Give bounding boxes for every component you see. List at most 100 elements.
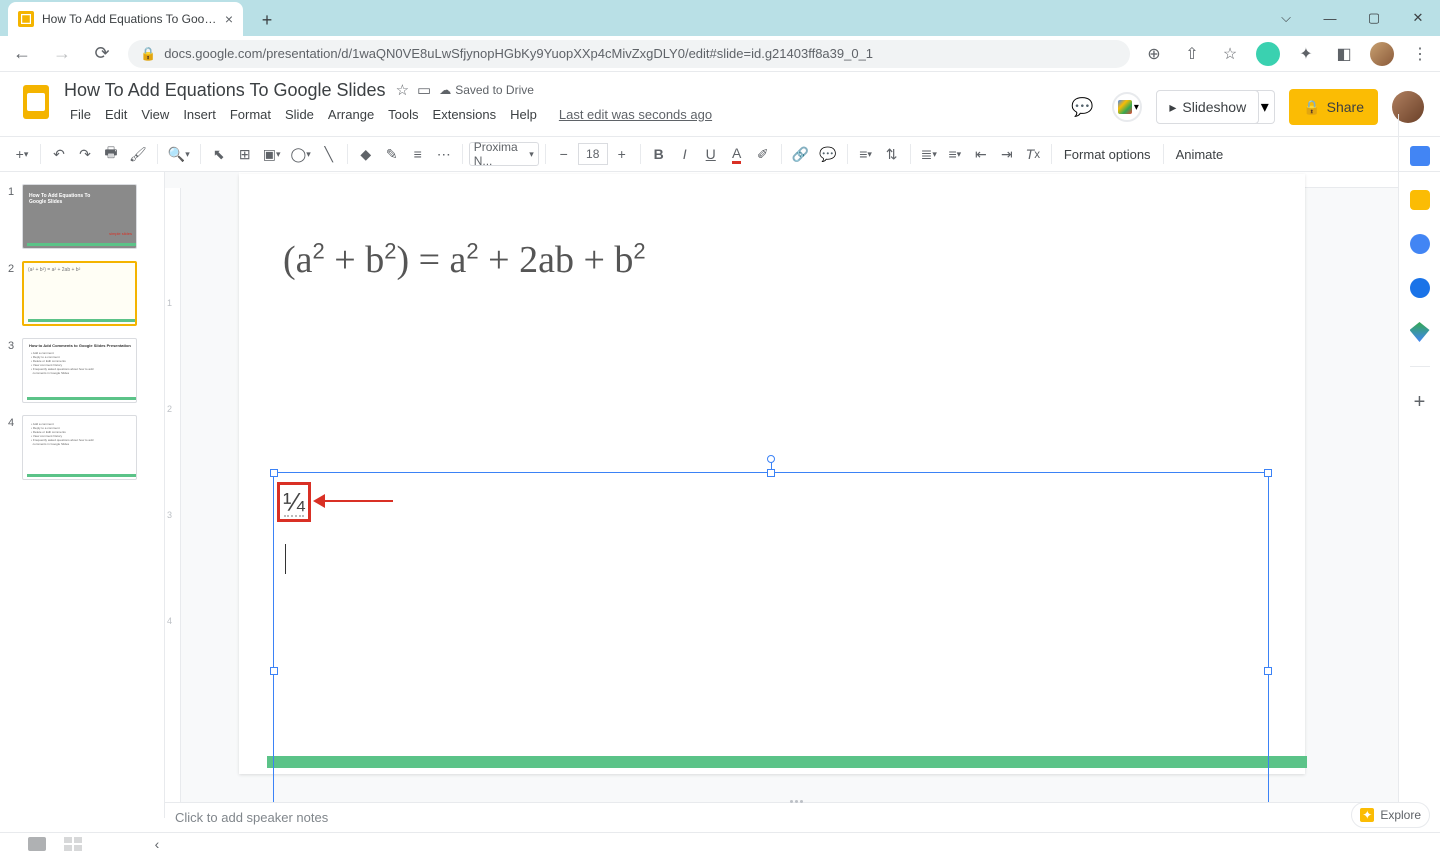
resize-handle[interactable]: [270, 469, 278, 477]
browser-tab[interactable]: How To Add Equations To Google ×: [8, 2, 243, 36]
filmstrip-view-icon[interactable]: [28, 837, 46, 851]
insert-link-icon[interactable]: 🔗: [788, 141, 813, 167]
menu-format[interactable]: Format: [224, 105, 277, 124]
menu-arrange[interactable]: Arrange: [322, 105, 380, 124]
last-edit-status[interactable]: Last edit was seconds ago: [553, 105, 718, 124]
equation-text[interactable]: (a2 + b2) = a2 + 2ab + b2: [283, 238, 646, 282]
menu-insert[interactable]: Insert: [177, 105, 222, 124]
thumbnail-1[interactable]: How To Add Equations To Google Slides si…: [22, 184, 137, 249]
chrome-menu-icon[interactable]: ⋮: [1408, 42, 1432, 66]
resize-handle[interactable]: [1264, 469, 1272, 477]
border-weight-icon[interactable]: ≡: [406, 141, 430, 167]
close-window-icon[interactable]: ✕: [1396, 0, 1440, 36]
menu-edit[interactable]: Edit: [99, 105, 133, 124]
explore-button[interactable]: ✦ Explore: [1351, 802, 1430, 828]
paint-format-icon[interactable]: 🖌: [125, 141, 151, 167]
border-color-icon[interactable]: ✎: [380, 141, 404, 167]
zoom-search-icon[interactable]: ⊕: [1142, 42, 1166, 66]
animate-button[interactable]: Animate: [1170, 147, 1230, 162]
line-spacing-icon[interactable]: ⇅: [880, 141, 904, 167]
fill-color-icon[interactable]: ◆: [354, 141, 378, 167]
undo-icon[interactable]: ↶: [47, 141, 71, 167]
extensions-puzzle-icon[interactable]: ✦: [1294, 42, 1318, 66]
menu-view[interactable]: View: [135, 105, 175, 124]
format-options-button[interactable]: Format options: [1058, 147, 1157, 162]
thumbnail-4[interactable]: • Add a comment• Reply to a comment• Del…: [22, 415, 137, 480]
font-size-decrease[interactable]: −: [552, 141, 576, 167]
redo-icon[interactable]: ↷: [73, 141, 97, 167]
highlight-icon[interactable]: ✐: [751, 141, 775, 167]
insert-comment-icon[interactable]: 💬: [815, 141, 840, 167]
move-folder-icon[interactable]: ▭: [417, 81, 431, 99]
zoom-dropdown[interactable]: 🔍▾: [164, 141, 194, 167]
increase-indent-icon[interactable]: ⇥: [995, 141, 1019, 167]
resize-handle[interactable]: [270, 667, 278, 675]
browser-profile-avatar[interactable]: [1370, 42, 1394, 66]
numbered-list-icon[interactable]: ≡▾: [943, 141, 967, 167]
collapse-thumbs-icon[interactable]: ‹: [146, 836, 168, 852]
slides-logo-icon[interactable]: [16, 82, 56, 122]
add-addon-icon[interactable]: +: [1414, 391, 1426, 414]
document-title[interactable]: How To Add Equations To Google Slides: [64, 80, 386, 101]
image-tool-icon[interactable]: ▣▾: [259, 141, 285, 167]
tab-close-icon[interactable]: ×: [225, 11, 233, 27]
bold-icon[interactable]: B: [647, 141, 671, 167]
decrease-indent-icon[interactable]: ⇤: [969, 141, 993, 167]
border-dash-icon[interactable]: ⋯: [432, 141, 456, 167]
maps-icon[interactable]: [1410, 322, 1430, 342]
slide-canvas-area[interactable]: 1 2 3 4 5 6 7 8 9 1 2 3 4 (a2 + b2) = a2…: [165, 172, 1398, 818]
calendar-icon[interactable]: [1410, 146, 1430, 166]
menu-tools[interactable]: Tools: [382, 105, 424, 124]
notes-resize-grip[interactable]: [782, 800, 812, 804]
slide-thumbnails[interactable]: 1 How To Add Equations To Google Slides …: [0, 172, 165, 818]
contacts-icon[interactable]: [1410, 278, 1430, 298]
bullet-list-icon[interactable]: ≣▾: [917, 141, 941, 167]
shape-tool-icon[interactable]: ◯▾: [287, 141, 315, 167]
maximize-icon[interactable]: ▢: [1352, 0, 1396, 36]
grid-view-icon[interactable]: [64, 837, 82, 851]
underline-icon[interactable]: U: [699, 141, 723, 167]
share-button[interactable]: 🔒 Share: [1289, 89, 1378, 125]
font-family-select[interactable]: Proxima N...▾: [469, 142, 539, 166]
menu-slide[interactable]: Slide: [279, 105, 320, 124]
font-size-input[interactable]: 18: [578, 143, 608, 165]
thumbnail-3[interactable]: How to Add Comments to Google Slides Pre…: [22, 338, 137, 403]
keep-icon[interactable]: [1410, 190, 1430, 210]
resize-handle[interactable]: [1264, 667, 1272, 675]
new-slide-button[interactable]: +▾: [10, 141, 34, 167]
address-bar[interactable]: 🔒 docs.google.com/presentation/d/1waQN0V…: [128, 40, 1130, 68]
extension-icon[interactable]: [1256, 42, 1280, 66]
share-page-icon[interactable]: ⇧: [1180, 42, 1204, 66]
line-tool-icon[interactable]: ╲: [317, 141, 341, 167]
text-color-icon[interactable]: A: [725, 141, 749, 167]
new-tab-button[interactable]: +: [253, 6, 281, 34]
select-tool-icon[interactable]: ⬉: [207, 141, 231, 167]
comment-history-icon[interactable]: 💬: [1066, 91, 1098, 123]
meet-icon[interactable]: ▾: [1112, 92, 1142, 122]
chevron-down-icon[interactable]: ⌵: [1264, 0, 1308, 36]
print-icon[interactable]: 🖶: [99, 141, 123, 167]
selected-textbox[interactable]: [273, 472, 1269, 818]
resize-handle[interactable]: [767, 469, 775, 477]
speaker-notes[interactable]: Click to add speaker notes: [165, 802, 1398, 832]
clear-formatting-icon[interactable]: Tx: [1021, 141, 1045, 167]
slideshow-dropdown[interactable]: ▾: [1255, 90, 1275, 124]
textbox-tool-icon[interactable]: ⊞: [233, 141, 257, 167]
saved-status[interactable]: ☁ Saved to Drive: [439, 83, 534, 97]
back-icon[interactable]: ←: [8, 40, 36, 68]
rotate-handle[interactable]: [767, 455, 775, 463]
italic-icon[interactable]: I: [673, 141, 697, 167]
reload-icon[interactable]: ⟳: [88, 40, 116, 68]
minimize-icon[interactable]: —: [1308, 0, 1352, 36]
menu-extensions[interactable]: Extensions: [427, 105, 503, 124]
forward-icon[interactable]: →: [48, 40, 76, 68]
font-size-increase[interactable]: +: [610, 141, 634, 167]
align-icon[interactable]: ≡▾: [854, 141, 878, 167]
star-icon[interactable]: ☆: [396, 81, 409, 99]
side-panel-icon[interactable]: ◧: [1332, 42, 1356, 66]
thumbnail-2[interactable]: (a² + b²) = a² + 2ab + b²: [22, 261, 137, 326]
menu-help[interactable]: Help: [504, 105, 543, 124]
bookmark-star-icon[interactable]: ☆: [1218, 42, 1242, 66]
menu-file[interactable]: File: [64, 105, 97, 124]
slideshow-button[interactable]: ▸ Slideshow: [1156, 90, 1259, 124]
